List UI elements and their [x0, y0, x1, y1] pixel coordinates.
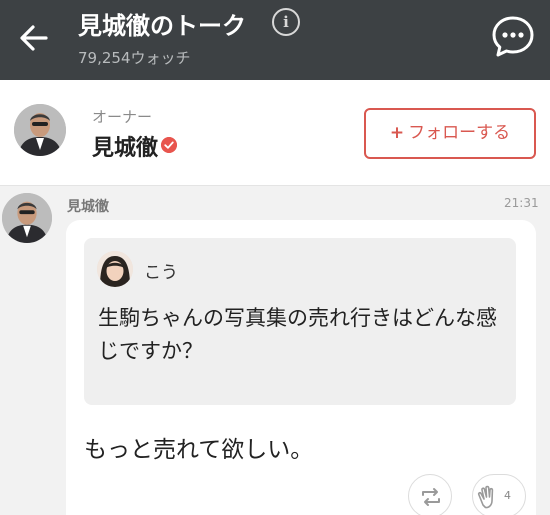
owner-avatar[interactable]	[14, 104, 66, 156]
plus-icon: +	[389, 123, 405, 143]
sender-avatar[interactable]	[2, 193, 52, 243]
follow-button[interactable]: + フォローする	[364, 108, 536, 159]
follow-button-label: フォローする	[408, 123, 511, 143]
page-title: 見城徹のトーク	[78, 12, 246, 40]
verified-check-icon	[161, 137, 177, 153]
app-header: 見城徹のトーク i 79,254ウォッチ	[0, 0, 550, 80]
chat-bubble-icon[interactable]	[490, 14, 536, 60]
owner-name: 見城徹	[92, 136, 159, 161]
questioner-avatar	[97, 251, 133, 287]
question-text: 生駒ちゃんの写真集の売れ行きはどんな感じですか？	[98, 306, 497, 363]
clap-icon	[477, 485, 494, 509]
repost-button[interactable]	[408, 474, 452, 515]
message-time: 21:31	[504, 196, 539, 210]
owner-bar: オーナー 見城徹 + フォローする	[0, 80, 550, 186]
back-arrow-icon[interactable]	[16, 20, 52, 56]
questioner-name: こう	[144, 263, 178, 283]
info-icon[interactable]: i	[272, 8, 300, 36]
repost-icon	[422, 488, 440, 506]
owner-label: オーナー	[92, 108, 153, 126]
reply-text: もっと売れて欲しい。	[84, 437, 314, 463]
clap-button[interactable]: 4	[472, 474, 526, 515]
sender-name: 見城徹	[67, 199, 109, 215]
watch-count: 79,254ウォッチ	[78, 49, 191, 67]
clap-count: 4	[504, 489, 511, 502]
quoted-question[interactable]: こう 生駒ちゃんの写真集の売れ行きはどんな感じですか？	[84, 238, 516, 405]
message-bubble: こう 生駒ちゃんの写真集の売れ行きはどんな感じですか？ もっと売れて欲しい。 4	[66, 220, 536, 515]
